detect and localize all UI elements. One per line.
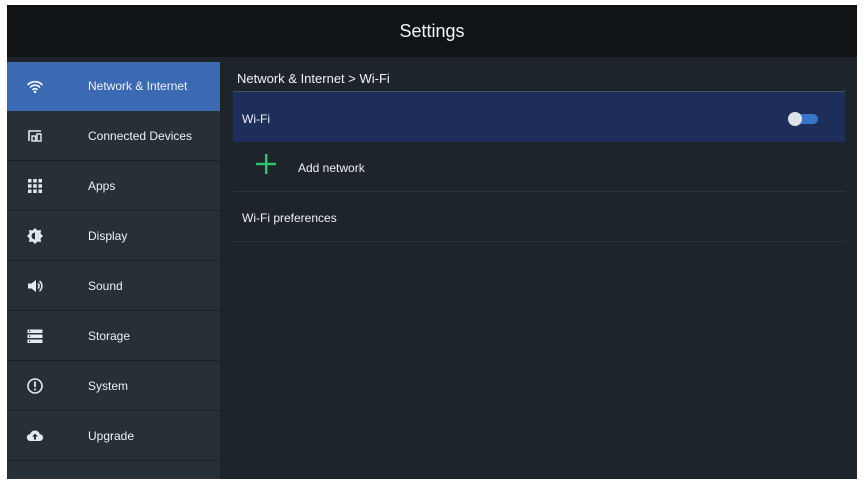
plus-icon	[255, 153, 277, 175]
sidebar-item-upgrade[interactable]: Upgrade	[7, 412, 220, 461]
sidebar-item-label: Network & Internet	[88, 79, 188, 93]
apps-grid-icon	[26, 177, 44, 195]
sidebar-item-network-internet[interactable]: Network & Internet	[7, 62, 220, 111]
add-network-row[interactable]: Add network	[233, 142, 845, 192]
add-network-label: Add network	[298, 161, 365, 175]
info-circle-icon	[26, 377, 44, 395]
main-content: Network & Internet > Wi-Fi Wi-Fi Add net…	[231, 62, 846, 479]
page-title: Settings	[399, 20, 465, 41]
sidebar-item-storage[interactable]: Storage	[7, 312, 220, 361]
sidebar-item-label: Apps	[88, 179, 116, 193]
sidebar-item-system[interactable]: System	[7, 362, 220, 411]
wifi-toggle-row[interactable]: Wi-Fi	[233, 92, 845, 142]
sidebar-item-label: Upgrade	[88, 429, 135, 443]
sidebar-item-label: System	[88, 379, 129, 393]
sidebar: Network & Internet Connected Devices App…	[7, 62, 220, 479]
cloud-upload-icon	[26, 427, 44, 445]
breadcrumb: Network & Internet > Wi-Fi	[237, 71, 390, 86]
sidebar-item-display[interactable]: Display	[7, 212, 220, 261]
toggle-knob	[788, 112, 802, 126]
sidebar-item-sound[interactable]: Sound	[7, 262, 220, 311]
wifi-preferences-row[interactable]: Wi-Fi preferences	[233, 192, 845, 242]
sidebar-item-label: Display	[88, 229, 128, 243]
brightness-icon	[26, 227, 44, 245]
settings-screen: Settings Network & Internet Connected De…	[7, 5, 857, 479]
sidebar-item-label: Sound	[88, 279, 123, 293]
sidebar-item-label: Storage	[88, 329, 131, 343]
sidebar-item-connected-devices[interactable]: Connected Devices	[7, 112, 220, 161]
connected-devices-icon	[26, 127, 44, 145]
wifi-preferences-label: Wi-Fi preferences	[242, 211, 337, 225]
wifi-toggle-switch[interactable]	[788, 112, 820, 126]
speaker-icon	[26, 277, 44, 295]
wifi-label: Wi-Fi	[242, 112, 270, 126]
sidebar-item-apps[interactable]: Apps	[7, 162, 220, 211]
app-header: Settings	[7, 5, 857, 57]
wifi-icon	[26, 77, 44, 95]
sidebar-item-label: Connected Devices	[88, 129, 193, 143]
storage-icon	[26, 327, 44, 345]
